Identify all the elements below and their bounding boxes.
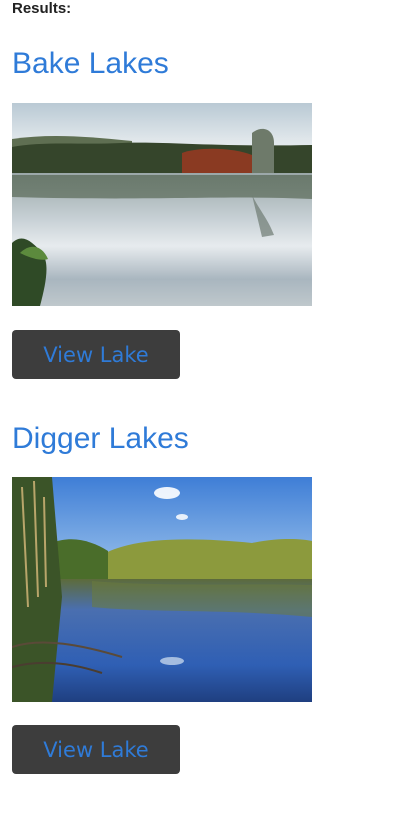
- view-lake-button-bake-lakes[interactable]: View Lake: [12, 330, 180, 379]
- results-label: Results:: [12, 0, 72, 17]
- lake-title-bake-lakes[interactable]: Bake Lakes: [12, 46, 169, 82]
- view-lake-button-digger-lakes[interactable]: View Lake: [12, 725, 180, 774]
- lake-title-digger-lakes[interactable]: Digger Lakes: [12, 421, 189, 457]
- lake-photo-bake-lakes[interactable]: [12, 103, 312, 306]
- lake-photo-digger-lakes[interactable]: [12, 477, 312, 702]
- results-page: Results: Bake Lakes View Lake Digger Lak…: [0, 0, 413, 817]
